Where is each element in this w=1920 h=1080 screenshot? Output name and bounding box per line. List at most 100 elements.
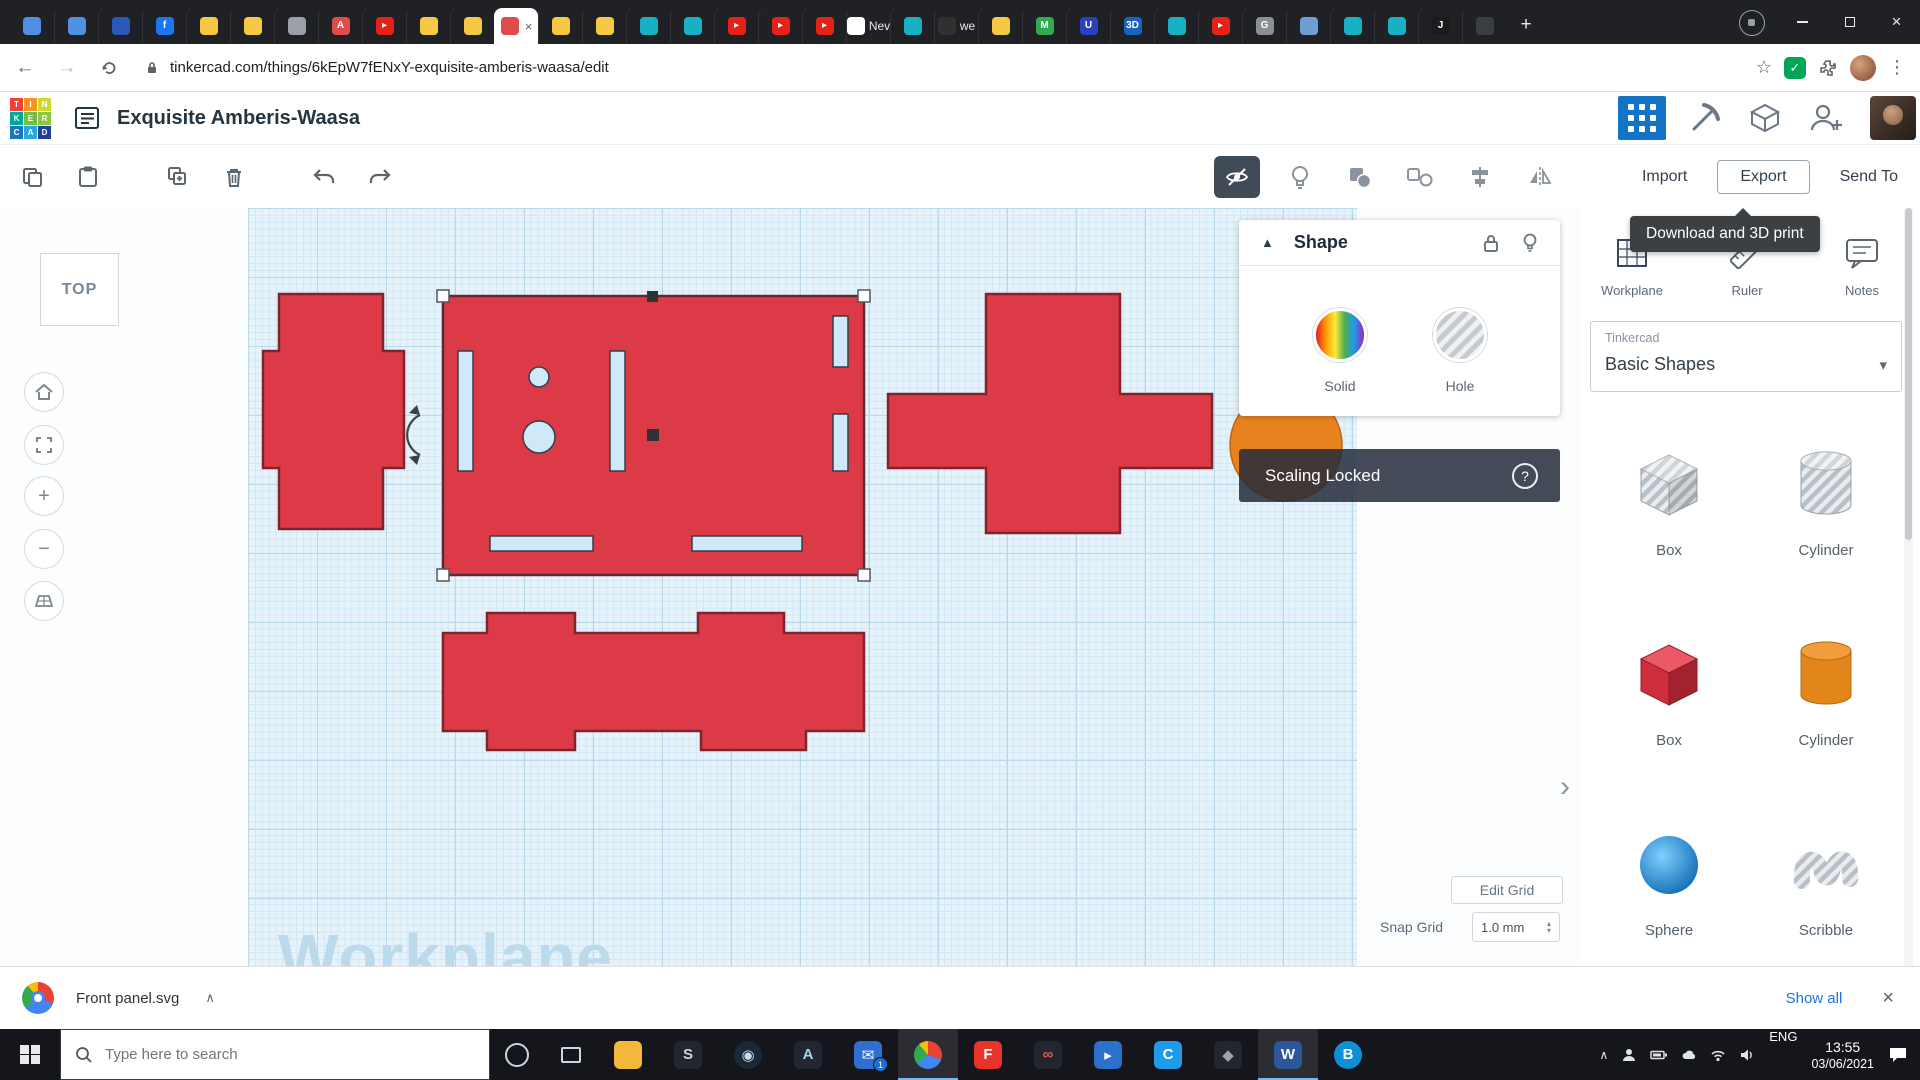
height-handle[interactable] (647, 291, 658, 302)
taskbar-app[interactable]: ✉ 1 (838, 1029, 898, 1080)
scale-handle[interactable] (437, 569, 449, 581)
cortana-button[interactable] (490, 1029, 544, 1080)
browser-tab[interactable]: × (494, 8, 538, 44)
scale-handle[interactable] (437, 290, 449, 302)
zoom-out-button[interactable]: − (24, 529, 64, 569)
shape-library-cylinder-orange[interactable]: Cylinder (1766, 633, 1886, 749)
browser-tab[interactable]: × (978, 8, 1022, 44)
browser-tab[interactable]: × (406, 8, 450, 44)
tray-wifi-icon[interactable] (1710, 1047, 1726, 1063)
back-button[interactable]: ← (8, 51, 42, 85)
browser-tab[interactable]: × (1154, 8, 1198, 44)
tray-speaker-icon[interactable] (1739, 1047, 1755, 1063)
scale-handle[interactable] (858, 569, 870, 581)
bricks-icon[interactable] (1748, 101, 1782, 135)
browser-tab[interactable]: f × (142, 8, 186, 44)
browser-tab[interactable]: × (450, 8, 494, 44)
solid-swatch[interactable] (1313, 308, 1367, 362)
taskbar-app[interactable] (598, 1029, 658, 1080)
omnibox[interactable]: tinkercad.com/things/6kEpW7fENxY-exquisi… (144, 59, 1756, 76)
media-controls-button[interactable] (1739, 10, 1765, 36)
shape-front-panel-selected[interactable] (407, 290, 870, 581)
browser-tab[interactable]: × (582, 8, 626, 44)
invite-person-icon[interactable] (1808, 102, 1844, 134)
ungroup-button[interactable] (1400, 157, 1440, 197)
panel-round-hole[interactable] (529, 367, 549, 387)
workplane-view-button[interactable] (24, 581, 64, 621)
browser-tab[interactable]: × (626, 8, 670, 44)
bookmark-star-icon[interactable]: ☆ (1756, 57, 1772, 78)
hole-swatch[interactable] (1433, 308, 1487, 362)
shape-category-dropdown[interactable]: Tinkercad Basic Shapes ▾ (1590, 321, 1902, 392)
taskbar-app[interactable] (898, 1029, 958, 1080)
duplicate-button[interactable] (158, 157, 198, 197)
taskbar-search[interactable] (60, 1029, 490, 1080)
language-indicator[interactable]: ENG (1763, 1029, 1803, 1080)
shape-library-sphere[interactable]: Sphere (1609, 823, 1729, 939)
taskbar-app[interactable]: F (958, 1029, 1018, 1080)
window-minimize-button[interactable] (1779, 0, 1826, 44)
taskbar-app[interactable]: ◉ (718, 1029, 778, 1080)
notes-tool[interactable]: Notes (1817, 232, 1907, 298)
reload-button[interactable] (92, 51, 126, 85)
browser-tab[interactable]: ▸ × (1198, 8, 1242, 44)
browser-tab[interactable]: 3D × (1110, 8, 1154, 44)
show-all-button[interactable] (1280, 157, 1320, 197)
redo-button[interactable] (360, 157, 400, 197)
visibility-bulb-icon[interactable] (1522, 233, 1538, 253)
action-center-button[interactable] (1882, 1029, 1920, 1080)
apps-grid-button[interactable] (1618, 96, 1666, 140)
browser-tab[interactable]: we × (934, 8, 978, 44)
panel-slot-hole[interactable] (833, 414, 848, 471)
browser-tab[interactable]: × (1286, 8, 1330, 44)
design-menu-icon[interactable] (73, 104, 101, 132)
browser-tab[interactable]: × (538, 8, 582, 44)
download-menu-chevron-icon[interactable]: ∧ (205, 990, 215, 1006)
browser-tab[interactable]: × (54, 8, 98, 44)
shape-library-box-striped[interactable]: Box (1609, 443, 1729, 559)
sidebar-collapse-chevron[interactable]: › (1560, 770, 1570, 804)
browser-tab[interactable]: × (98, 8, 142, 44)
browser-tab[interactable]: × (1462, 8, 1506, 44)
send-to-button[interactable]: Send To (1836, 160, 1902, 194)
shape-red-plate-right[interactable] (888, 294, 1212, 533)
taskbar-app[interactable]: ∞ (1018, 1029, 1078, 1080)
export-button[interactable]: Export (1717, 160, 1809, 194)
lock-scale-icon[interactable] (1482, 233, 1500, 253)
search-input[interactable] (105, 1046, 435, 1063)
download-bar-close-icon[interactable]: × (1882, 987, 1894, 1010)
user-avatar[interactable] (1870, 96, 1916, 140)
fit-view-button[interactable] (24, 425, 64, 465)
browser-menu-kebab-icon[interactable]: ⋮ (1888, 57, 1906, 78)
shape-library-cylinder-striped[interactable]: Cylinder (1766, 443, 1886, 559)
browser-tab[interactable]: Nev × (846, 8, 890, 44)
design-title[interactable]: Exquisite Amberis-Waasa (117, 107, 360, 130)
browser-tab[interactable]: A × (318, 8, 362, 44)
task-view-button[interactable] (544, 1029, 598, 1080)
panel-slot-hole[interactable] (458, 351, 473, 471)
new-tab-button[interactable]: + (1512, 11, 1540, 39)
taskbar-clock[interactable]: 13:55 03/06/2021 (1803, 1029, 1882, 1080)
shape-library-box-red[interactable]: Box (1609, 633, 1729, 749)
import-button[interactable]: Import (1638, 160, 1691, 194)
inspector-collapse-icon[interactable]: ▲ (1261, 235, 1274, 250)
start-button[interactable] (0, 1029, 60, 1080)
zoom-in-button[interactable]: + (24, 476, 64, 516)
hide-selected-button[interactable] (1214, 156, 1260, 198)
taskbar-app[interactable]: S (658, 1029, 718, 1080)
taskbar-app[interactable]: A (778, 1029, 838, 1080)
tray-person-icon[interactable] (1621, 1047, 1637, 1063)
snap-grid-spinner[interactable]: ▴▾ (1547, 920, 1551, 934)
browser-tab[interactable]: U × (1066, 8, 1110, 44)
browser-tab[interactable]: ▸ × (802, 8, 846, 44)
browser-tab[interactable]: × (274, 8, 318, 44)
browser-tab[interactable]: × (890, 8, 934, 44)
taskbar-app[interactable]: ▸ (1078, 1029, 1138, 1080)
view-cube[interactable]: TOP (40, 253, 119, 326)
browser-tab[interactable]: × (186, 8, 230, 44)
browser-tab[interactable]: J × (1418, 8, 1462, 44)
undo-button[interactable] (304, 157, 344, 197)
browser-profile-avatar[interactable] (1850, 55, 1876, 81)
show-all-downloads-button[interactable]: Show all (1786, 990, 1843, 1007)
panel-slot-hole[interactable] (490, 536, 593, 551)
